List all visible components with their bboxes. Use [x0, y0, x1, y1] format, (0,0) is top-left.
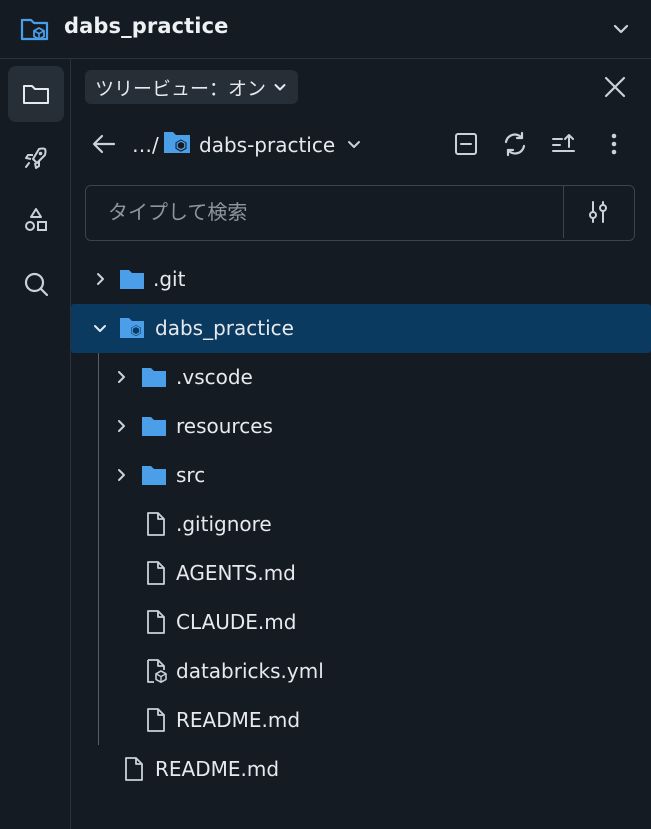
- refresh-icon[interactable]: [500, 129, 530, 159]
- back-arrow-icon[interactable]: [89, 129, 119, 159]
- chevron-right-icon[interactable]: [91, 270, 109, 288]
- tree-item-claude-md-file[interactable]: CLAUDE.md: [71, 598, 651, 647]
- folder-icon: [23, 85, 49, 104]
- file-icon: [125, 757, 143, 781]
- tree-item-label: .vscode: [176, 365, 253, 389]
- tree-view-toggle[interactable]: ツリービュー：オン: [85, 70, 299, 104]
- rail-item-files[interactable]: [8, 66, 64, 122]
- tree-item-label: .git: [153, 267, 186, 291]
- bundle-file-icon: [147, 659, 167, 683]
- close-icon[interactable]: [600, 72, 630, 102]
- file-icon: [147, 708, 165, 732]
- chevron-down-icon[interactable]: [610, 18, 632, 40]
- search-box: [85, 185, 635, 241]
- file-icon: [147, 610, 165, 634]
- tree-item-label: README.md: [176, 708, 301, 732]
- chevron-right-icon[interactable]: [112, 368, 130, 386]
- tree-indent-guide: [98, 353, 99, 745]
- tree-item-label: src: [176, 463, 206, 487]
- breadcrumb-current[interactable]: dabs-practice: [199, 133, 335, 157]
- tree-item-agents-md-file[interactable]: AGENTS.md: [71, 549, 651, 598]
- rail-item-resources[interactable]: [8, 192, 64, 248]
- tree-view-toggle-label: ツリービュー：オン: [95, 77, 267, 100]
- search-input[interactable]: [86, 186, 584, 238]
- shapes-icon: [25, 208, 47, 231]
- tree-item-dabs-practice-folder[interactable]: dabs_practice: [71, 304, 651, 353]
- filter-settings-icon[interactable]: [584, 198, 612, 226]
- tree-item-label: CLAUDE.md: [176, 610, 297, 634]
- window-title: dabs_practice: [64, 14, 229, 38]
- tree-item-gitignore-file[interactable]: .gitignore: [71, 500, 651, 549]
- folder-icon: [142, 368, 166, 387]
- tree-item-label: AGENTS.md: [176, 561, 296, 585]
- activity-rail: [0, 59, 71, 829]
- collapse-all-icon[interactable]: [451, 129, 481, 159]
- rocket-icon: [25, 147, 47, 169]
- breadcrumb-parent[interactable]: …/: [132, 133, 159, 157]
- tree-item-root-readme-md-file[interactable]: README.md: [71, 745, 651, 794]
- folder-icon: [142, 466, 166, 485]
- chevron-down-icon[interactable]: [345, 135, 363, 153]
- tree-item-src-folder[interactable]: src: [71, 451, 651, 500]
- chevron-right-icon[interactable]: [112, 466, 130, 484]
- tree-item-databricks-yml-file[interactable]: databricks.yml: [71, 647, 651, 696]
- rail-item-deploy[interactable]: [8, 130, 64, 186]
- tree-item-git-folder[interactable]: .git: [71, 255, 651, 304]
- explorer-panel: ツリービュー：オン …/ dabs-practice タイプして検索 .git …: [71, 59, 651, 829]
- folder-icon: [142, 417, 166, 436]
- bundle-folder-icon: [164, 132, 190, 153]
- sort-icon[interactable]: [549, 129, 579, 159]
- chevron-down-icon: [274, 84, 286, 91]
- search-divider: [563, 186, 564, 238]
- tree-item-label: .gitignore: [176, 512, 272, 536]
- tree-item-label: databricks.yml: [176, 659, 324, 683]
- tree-item-resources-folder[interactable]: resources: [71, 402, 651, 451]
- bundle-folder-icon: [120, 318, 144, 338]
- breadcrumb-bar: …/ dabs-practice: [71, 121, 651, 167]
- rail-item-search[interactable]: [8, 256, 64, 312]
- file-icon: [147, 561, 165, 585]
- file-icon: [147, 512, 165, 536]
- search-icon: [24, 272, 49, 297]
- tree-item-label: README.md: [155, 757, 280, 781]
- folder-icon: [120, 270, 144, 289]
- tree-item-label: dabs_practice: [155, 316, 294, 340]
- tree-item-vscode-folder[interactable]: .vscode: [71, 353, 651, 402]
- chevron-right-icon[interactable]: [112, 417, 130, 435]
- more-icon[interactable]: [599, 129, 629, 159]
- workspace-browser-window: dabs_practice ツリービュー：オン …/ dabs-practice…: [0, 0, 651, 829]
- tree-item-label: resources: [176, 414, 273, 438]
- title-bar: dabs_practice: [0, 0, 651, 59]
- tree-item-readme-md-file[interactable]: README.md: [71, 696, 651, 745]
- chevron-down-icon[interactable]: [91, 319, 109, 337]
- bundle-folder-icon: [20, 18, 49, 41]
